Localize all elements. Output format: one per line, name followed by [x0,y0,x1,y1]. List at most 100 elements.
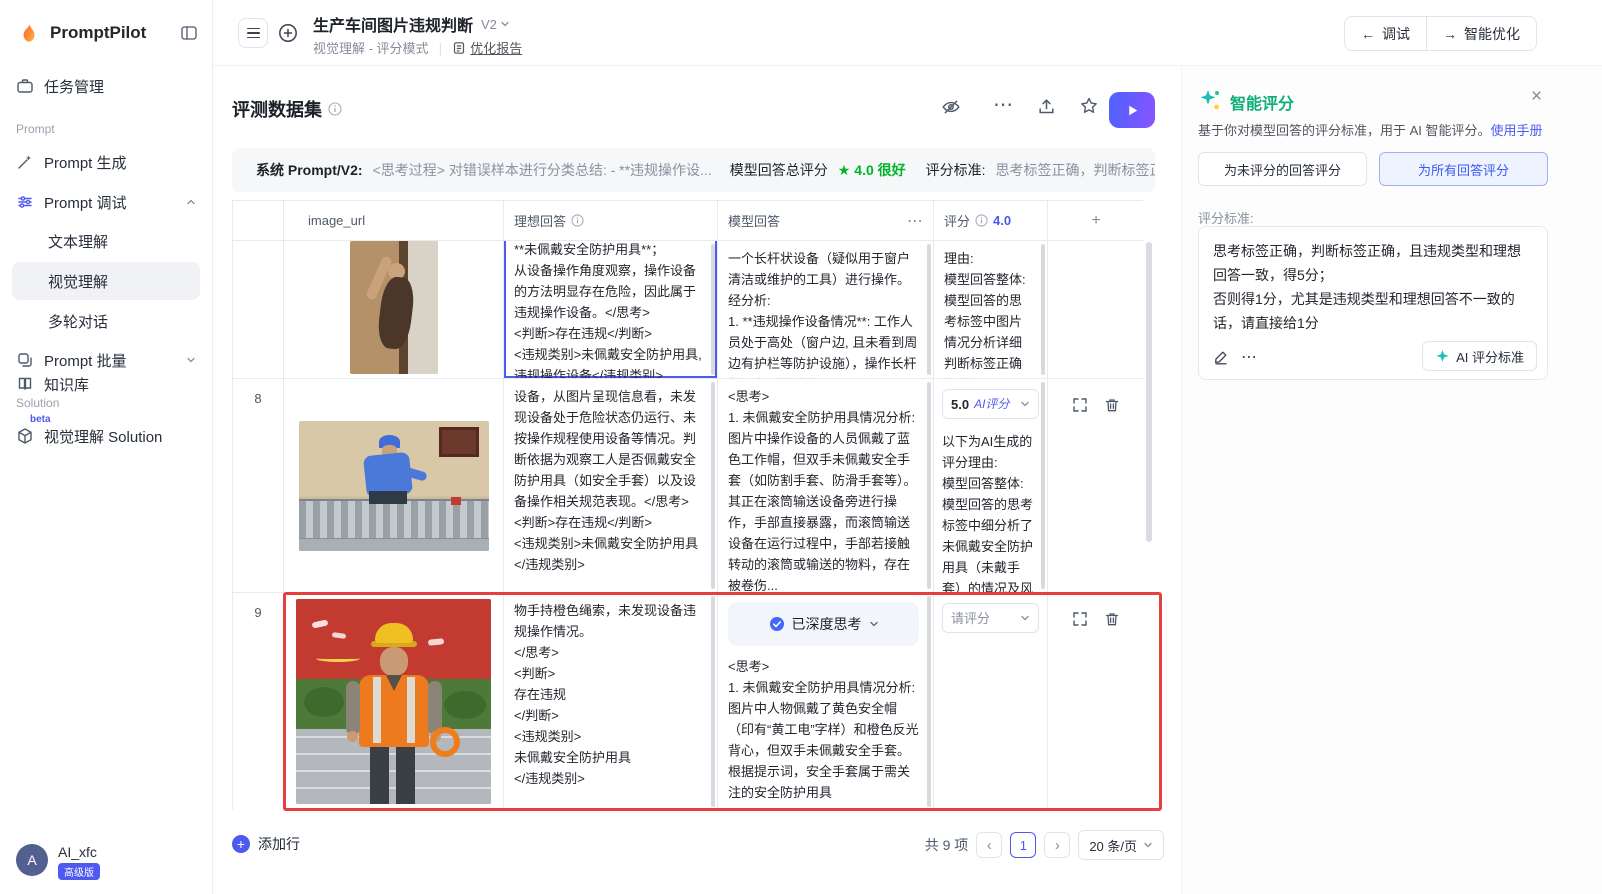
info-icon[interactable] [328,102,342,116]
sidebar-item-knowledge-base[interactable]: 知识库 [0,364,212,404]
col-header-score[interactable]: 评分 4.0 [934,201,1048,241]
col-label: 评分 [944,214,971,229]
add-version-button[interactable] [277,22,299,44]
expand-icon[interactable] [1072,397,1088,413]
add-row-button[interactable]: + 添加行 [232,834,300,854]
score-unscored-button[interactable]: 为未评分的回答评分 [1198,152,1367,186]
row8-ideal-cell[interactable]: 设备，从图片呈现信息看，未发现设备处于危险状态仍运行、未按操作规程使用设备等情况… [504,379,718,593]
ai-sparkle-icon [1436,349,1449,362]
row8-photo[interactable] [298,420,489,551]
panel-title: 智能评分 [1230,96,1295,113]
version-label: V2 [481,16,497,32]
row9-photo[interactable] [296,599,491,804]
sidebar-item-visual-understanding[interactable]: 视觉理解 [12,262,200,300]
row9-image-cell[interactable] [284,593,504,810]
row9-score-cell[interactable]: 请评分 [934,593,1048,810]
row9-model-cell[interactable]: 已深度思考 <思考> 1. 未佩戴安全防护用具情况分析: 图片中人物佩戴了黄色安… [718,593,934,810]
row-index: 8 [233,379,284,593]
favorite-star-button[interactable] [1079,96,1099,116]
row7-ideal-cell[interactable]: **未佩戴安全防护用具**； 从设备操作角度观察，操作设备的方法明显存在危险，因… [504,241,718,379]
info-icon[interactable] [975,214,988,227]
nav-toggle-group: ← 调试 → 智能优化 [1344,16,1537,51]
table-scrollbar[interactable] [1146,206,1152,804]
next-page-button[interactable]: › [1044,832,1071,858]
delete-icon[interactable] [1104,611,1120,627]
photo-part [430,727,460,757]
run-evaluation-button[interactable] [1109,92,1155,128]
scrollbar[interactable] [1041,244,1045,375]
sidebar-item-text-understanding[interactable]: 文本理解 [0,222,212,260]
score-unscored-label: 为未评分的回答评分 [1223,162,1341,178]
smart-optimize-nav-button[interactable]: → 智能优化 [1426,17,1536,50]
scrollbar[interactable] [711,382,715,589]
sidebar-item-prompt-generate[interactable]: Prompt 生成 [0,142,212,182]
row7-model-cell[interactable]: 一个长杆状设备（疑似用于窗户清洁或维护的工具）进行操作。经分析: 1. **违规… [718,241,934,379]
row7-score-cell[interactable]: 理由: 模型回答整体: 模型回答的思考标签中图片情况分析详细判断标签正确为存在违… [934,241,1048,379]
row8-image-cell[interactable] [284,379,504,593]
sidebar-item-label: 多轮对话 [48,313,109,331]
add-column-button[interactable]: + [1048,201,1144,241]
expand-icon[interactable] [1072,611,1088,627]
col-header-ideal-answer[interactable]: 理想回答 [504,201,718,241]
sidebar-item-multiturn-dialog[interactable]: 多轮对话 [0,302,212,340]
collapse-sidebar-icon[interactable] [180,24,198,42]
smart-scoring-panel: 智能评分 × 基于你对模型回答的评分标准，用于 AI 智能评分。使用手册 为未评… [1181,66,1602,894]
optimize-report-link[interactable]: 优化报告 [470,38,522,57]
col-header-model-answer[interactable]: 模型回答 ⋯ [718,201,934,241]
edit-pencil-icon[interactable] [1213,349,1229,365]
sidebar-item-prompt-debug[interactable]: Prompt 调试 [0,182,212,222]
hide-columns-button[interactable] [941,97,961,117]
ai-criteria-button[interactable]: AI 评分标准 [1422,341,1537,371]
deep-thinking-toggle[interactable]: 已深度思考 [728,602,919,646]
score-value: 5.0 [951,396,970,412]
page-size-label: 20 条/页 [1089,838,1137,854]
scrollbar[interactable] [711,244,715,375]
col-header-image-url[interactable]: image_url [284,201,504,241]
row8-model-cell[interactable]: <思考> 1. 未佩戴安全防护用具情况分析: 图片中操作设备的人员佩戴了蓝色工作… [718,379,934,593]
logo-flame-icon [16,20,42,46]
system-prompt-bar[interactable]: 系统 Prompt/V2: <思考过程> 对错误样本进行分类总结: - **违规… [232,148,1155,192]
more-options-button[interactable]: ⋯ [1241,347,1257,367]
arrow-left-icon: ← [1361,25,1375,42]
row7-image-cell[interactable] [284,241,504,379]
star-icon: ★ [837,161,851,178]
photo-part [380,647,408,676]
plus-icon: + [232,835,250,853]
info-icon[interactable] [571,214,584,227]
scrollbar[interactable] [1041,382,1045,589]
score-dropdown[interactable]: 5.0 AI评分 [942,389,1039,419]
add-row-label: 添加行 [258,836,300,852]
scrollbar[interactable] [711,596,715,807]
version-select[interactable]: V2 [481,17,510,32]
scrollbar-thumb[interactable] [1146,242,1152,542]
sidebar: PromptPilot 任务管理 Prompt Prompt 生成 Prompt… [0,0,213,894]
criteria-text: 思考标签正确，判断标签正确，且违规类型和理想回答一致，得5分； 否则得1分，尤其… [1213,243,1521,331]
user-account[interactable]: A AI_xfc 高级版 [0,830,212,894]
sidebar-item-task-management[interactable]: 任务管理 [0,66,212,106]
current-page[interactable]: 1 [1010,832,1037,858]
page-size-select[interactable]: 20 条/页 [1078,830,1164,860]
upload-button[interactable] [1037,97,1056,116]
more-actions-button[interactable]: ⋯ [993,92,1014,117]
row8-score-cell[interactable]: 5.0 AI评分 以下为AI生成的评分理由: 模型回答整体: 模型回答的思考标签… [934,379,1048,593]
hamburger-menu-button[interactable] [238,18,268,48]
scrollbar[interactable] [927,382,931,589]
photo-part [396,747,415,804]
debug-nav-button[interactable]: ← 调试 [1345,17,1426,50]
col-header-index [233,201,284,241]
delete-icon[interactable] [1104,397,1120,413]
row7-photo[interactable] [349,241,438,374]
sidebar-item-visual-solution[interactable]: beta 视觉理解 Solution [0,414,212,456]
score-all-button[interactable]: 为所有回答评分 [1379,152,1548,186]
score-dropdown[interactable]: 请评分 [942,603,1039,633]
row9-ideal-cell[interactable]: 物手持橙色绳索，未发现设备违规操作情况。 </思考> <判断> 存在违规 </判… [504,593,718,810]
scrollbar[interactable] [927,596,931,807]
column-menu-icon[interactable]: ⋯ [907,211,923,231]
manual-link[interactable]: 使用手册 [1491,123,1543,138]
scrollbar[interactable] [927,244,931,375]
close-icon[interactable]: × [1531,86,1542,108]
criteria-card[interactable]: 思考标签正确，判断标签正确，且违规类型和理想回答一致，得5分； 否则得1分，尤其… [1198,226,1548,380]
col-label: 理想回答 [514,214,567,229]
dataset-area: 评测数据集 ⋯ 系统 Prompt/V2: <思考过程> 对错误样本进行分类总结… [213,66,1180,894]
prev-page-button[interactable]: ‹ [976,832,1003,858]
